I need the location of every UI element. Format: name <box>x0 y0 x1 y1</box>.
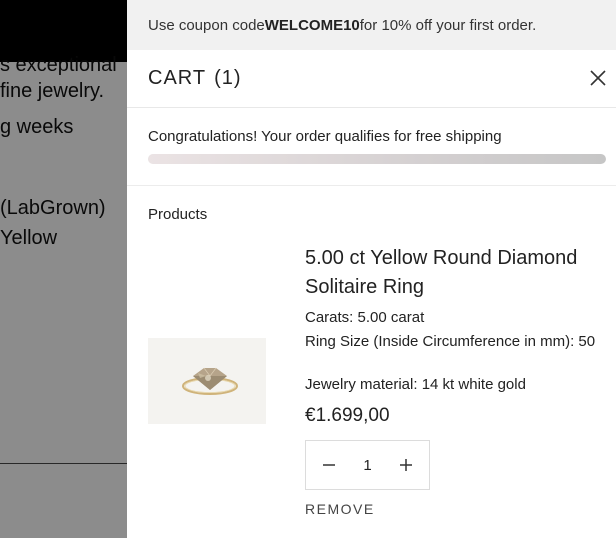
attribute-value: 5.00 carat <box>357 309 425 326</box>
attribute-value: 14 kt white gold <box>421 376 526 393</box>
free-shipping-section: Congratulations! Your order qualifies fo… <box>127 108 616 186</box>
product-attribute-carats: Carats: 5.00 carat <box>305 308 605 328</box>
promo-suffix: for 10% off your first order. <box>359 16 537 34</box>
product-price: €1.699,00 <box>305 405 390 426</box>
cart-drawer: Use coupon code WELCOME10 for 10% off yo… <box>127 0 616 538</box>
shipping-progress-fill <box>148 154 606 164</box>
screen: s exceptional fine jewelry. g weeks (Lab… <box>0 0 616 538</box>
plus-icon[interactable] <box>395 454 417 476</box>
attribute-label: Ring Size (Inside Circumference in mm): <box>305 333 575 350</box>
cart-title-label: CART <box>148 67 207 89</box>
quantity-value[interactable]: 1 <box>353 457 383 474</box>
product-attribute-material: Jewelry material: 14 kt white gold <box>305 375 605 395</box>
promo-prefix: Use coupon code <box>148 16 265 34</box>
free-shipping-message: Congratulations! Your order qualifies fo… <box>148 128 502 145</box>
remove-button[interactable]: REMOVE <box>305 501 375 517</box>
attribute-value: 50 <box>578 333 596 350</box>
shipping-progress-bar <box>148 154 606 164</box>
promo-banner: Use coupon code WELCOME10 for 10% off yo… <box>127 0 616 50</box>
close-icon[interactable] <box>588 68 608 88</box>
quantity-stepper: 1 <box>305 440 430 490</box>
cart-header: CART (1) <box>127 50 616 108</box>
cart-title: CART (1) <box>148 67 242 90</box>
promo-code: WELCOME10 <box>264 16 360 34</box>
attribute-label: Jewelry material: <box>305 376 418 393</box>
cart-count: (1) <box>214 67 242 89</box>
minus-icon[interactable] <box>318 454 340 476</box>
products-heading: Products <box>148 206 208 223</box>
attribute-label: Carats: <box>305 309 354 326</box>
product-name[interactable]: 5.00 ct Yellow Round Diamond Solitaire R… <box>305 244 605 302</box>
product-attribute-ring-size: Ring Size (Inside Circumference in mm): … <box>305 332 605 352</box>
product-image[interactable] <box>148 338 266 424</box>
